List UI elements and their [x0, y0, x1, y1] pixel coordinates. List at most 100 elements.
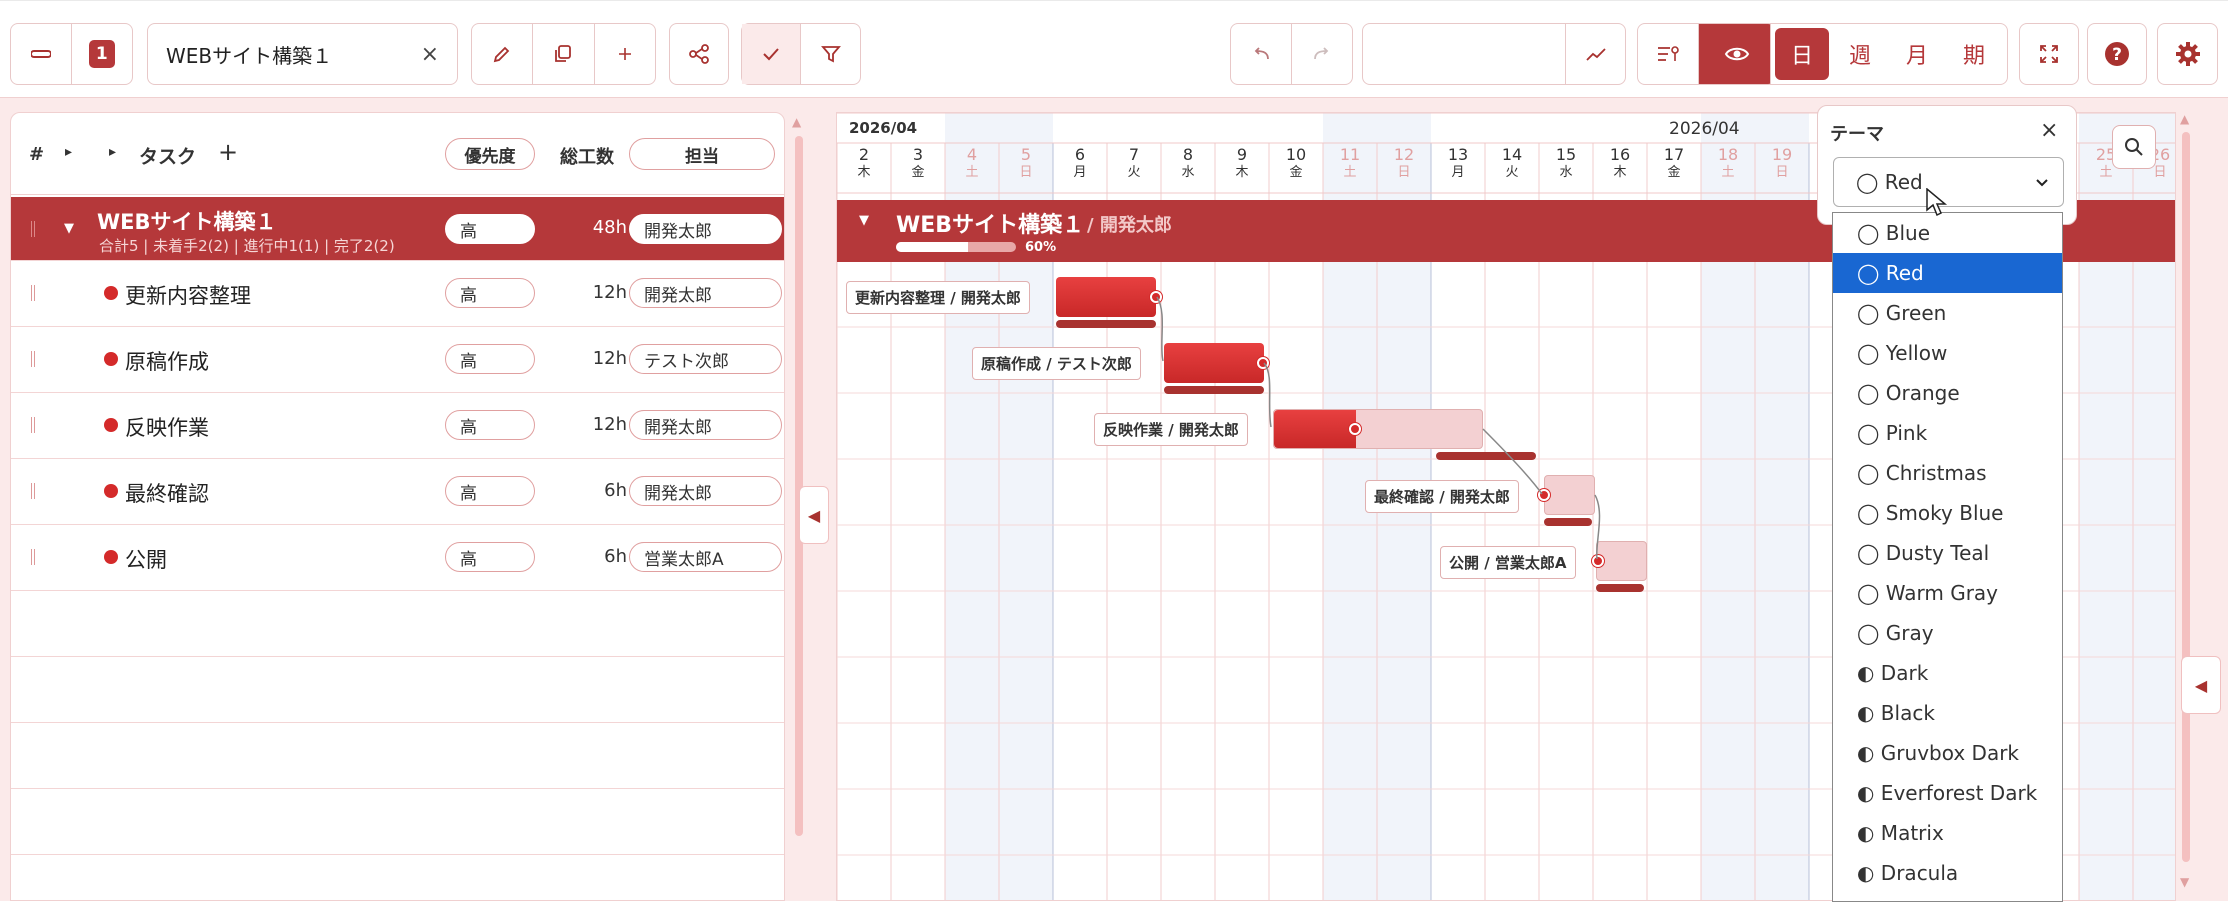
collapse-button[interactable] [11, 24, 72, 84]
theme-option[interactable]: ◯ Pink [1833, 413, 2062, 453]
clear-icon[interactable]: × [421, 42, 439, 67]
collapse-panel-button[interactable]: ◀ [799, 486, 829, 544]
theme-option[interactable]: ◐ Everforest Dark [1833, 773, 2062, 813]
scroll-down-icon[interactable]: ▼ [2180, 875, 2189, 889]
drag-handle-icon[interactable] [31, 483, 35, 499]
theme-option[interactable]: ◐ Matrix [1833, 813, 2062, 853]
close-icon[interactable]: × [2040, 118, 2058, 143]
theme-option[interactable]: ◯ Red [1833, 253, 2062, 293]
search-input[interactable] [1363, 24, 1565, 84]
check-icon [763, 48, 779, 61]
add-button[interactable] [595, 24, 655, 84]
task-row[interactable]: 公開 高 6h 営業太郎A [11, 525, 784, 591]
drag-handle-icon[interactable] [31, 351, 35, 367]
share-button[interactable] [670, 24, 728, 84]
group-collapse-icon[interactable]: ▼ [859, 213, 869, 228]
theme-option[interactable]: ◯ Blue [1833, 213, 2062, 253]
connector-dot[interactable] [1150, 291, 1162, 303]
connector-dot[interactable] [1349, 423, 1361, 435]
theme-option[interactable]: ◯ Orange [1833, 373, 2062, 413]
view-month-button[interactable]: 月 [1887, 24, 1947, 84]
task-assignee[interactable]: 開発太郎 [629, 278, 782, 308]
header-assignee-button[interactable]: 担当 [629, 138, 775, 170]
drag-handle-icon[interactable] [31, 417, 35, 433]
scroll-up-icon[interactable]: ▲ [2180, 112, 2189, 126]
check-button[interactable] [742, 24, 802, 84]
theme-option[interactable]: ◯ Smoky Blue [1833, 493, 2062, 533]
day-weekday: 金 [1667, 165, 1681, 180]
group-assignee[interactable]: 開発太郎 [629, 214, 782, 244]
day-weekday: 金 [911, 165, 925, 180]
task-assignee[interactable]: 開発太郎 [629, 476, 782, 506]
theme-option[interactable]: ◐ Dracula [1833, 853, 2062, 893]
task-name: 反映作業 [125, 416, 209, 440]
task-priority[interactable]: 高 [445, 344, 535, 374]
task-priority[interactable]: 高 [445, 410, 535, 440]
fullscreen-button[interactable] [2020, 24, 2078, 84]
connector-dot[interactable] [1592, 555, 1604, 567]
visibility-button[interactable] [1699, 24, 1775, 84]
project-select[interactable]: WEBサイト構築１ × [147, 23, 458, 85]
edit-button[interactable] [472, 24, 534, 84]
task-row[interactable]: 最終確認 高 6h 開発太郎 [11, 459, 784, 525]
view-day-button[interactable]: 日 [1775, 28, 1829, 80]
task-bar[interactable] [1544, 475, 1595, 515]
day-cell: 13 月 [1431, 146, 1485, 182]
theme-option[interactable]: ◯ Warm Gray [1833, 573, 2062, 613]
theme-option[interactable]: ◐ Black [1833, 693, 2062, 733]
task-row[interactable]: 更新内容整理 高 12h 開発太郎 [11, 261, 784, 327]
theme-option[interactable]: ◯ Green [1833, 293, 2062, 333]
header-task: タスク [139, 146, 197, 168]
settings-button[interactable] [2158, 24, 2217, 84]
undo-button[interactable] [1231, 24, 1292, 84]
task-bar[interactable] [1164, 343, 1264, 383]
group-row[interactable]: ▼ WEBサイト構築１ 合計5 | 未着手2(2) | 進行中1(1) | 完了… [11, 197, 784, 261]
task-bar[interactable] [1273, 409, 1483, 449]
theme-option[interactable]: ◯ Dusty Teal [1833, 533, 2062, 573]
task-row[interactable]: 原稿作成 高 12h テスト次郎 [11, 327, 784, 393]
header-priority-button[interactable]: 優先度 [445, 138, 535, 170]
zoom-search-button[interactable] [2112, 125, 2156, 169]
redo-button[interactable] [1292, 24, 1353, 84]
plus-icon [618, 48, 631, 60]
task-row[interactable]: 反映作業 高 12h 開発太郎 [11, 393, 784, 459]
day-number: 9 [1236, 145, 1248, 164]
filter-button[interactable] [801, 24, 860, 84]
expand-all-icon[interactable]: ▸ [65, 144, 72, 160]
task-assignee[interactable]: テスト次郎 [629, 344, 782, 374]
theme-option[interactable]: ◯ Gray [1833, 613, 2062, 653]
task-priority[interactable]: 高 [445, 278, 535, 308]
day-number: 5 [1020, 145, 1032, 164]
count-button[interactable]: 1 [72, 24, 133, 84]
copy-button[interactable] [533, 24, 595, 84]
view-week-button[interactable]: 週 [1833, 24, 1887, 84]
task-priority[interactable]: 高 [445, 542, 535, 572]
connector-dot[interactable] [1538, 489, 1550, 501]
group-priority[interactable]: 高 [445, 214, 535, 244]
collapse-group-icon[interactable]: ▼ [64, 221, 74, 236]
help-button[interactable]: ? [2088, 24, 2146, 84]
task-bar[interactable] [1056, 277, 1156, 317]
drag-handle-icon[interactable] [31, 221, 35, 237]
drag-handle-icon[interactable] [31, 549, 35, 565]
sort-button[interactable] [1638, 24, 1700, 84]
gantt-scrollbar[interactable]: ▲ ▼ [2176, 112, 2196, 901]
view-period-button[interactable]: 期 [1947, 24, 2001, 84]
trend-button[interactable] [1565, 24, 1625, 84]
share-group [669, 23, 729, 85]
drag-handle-icon[interactable] [31, 285, 35, 301]
theme-option[interactable]: ◯ Christmas [1833, 453, 2062, 493]
scrollbar-thumb[interactable] [2182, 132, 2190, 862]
task-assignee[interactable]: 営業太郎A [629, 542, 782, 572]
theme-option[interactable]: ◐ Gruvbox Dark [1833, 733, 2062, 773]
connector-dot[interactable] [1257, 357, 1269, 369]
expand-panel-button[interactable]: ◀ [2181, 656, 2221, 714]
task-assignee[interactable]: 開発太郎 [629, 410, 782, 440]
add-task-icon[interactable]: + [218, 138, 238, 166]
task-priority[interactable]: 高 [445, 476, 535, 506]
theme-option[interactable]: ◯ Yellow [1833, 333, 2062, 373]
theme-option[interactable]: ◐ Dark [1833, 653, 2062, 693]
scroll-up-icon[interactable]: ▲ [792, 115, 801, 129]
search-group [1362, 23, 1626, 85]
expand-icon[interactable]: ▸ [109, 144, 116, 160]
